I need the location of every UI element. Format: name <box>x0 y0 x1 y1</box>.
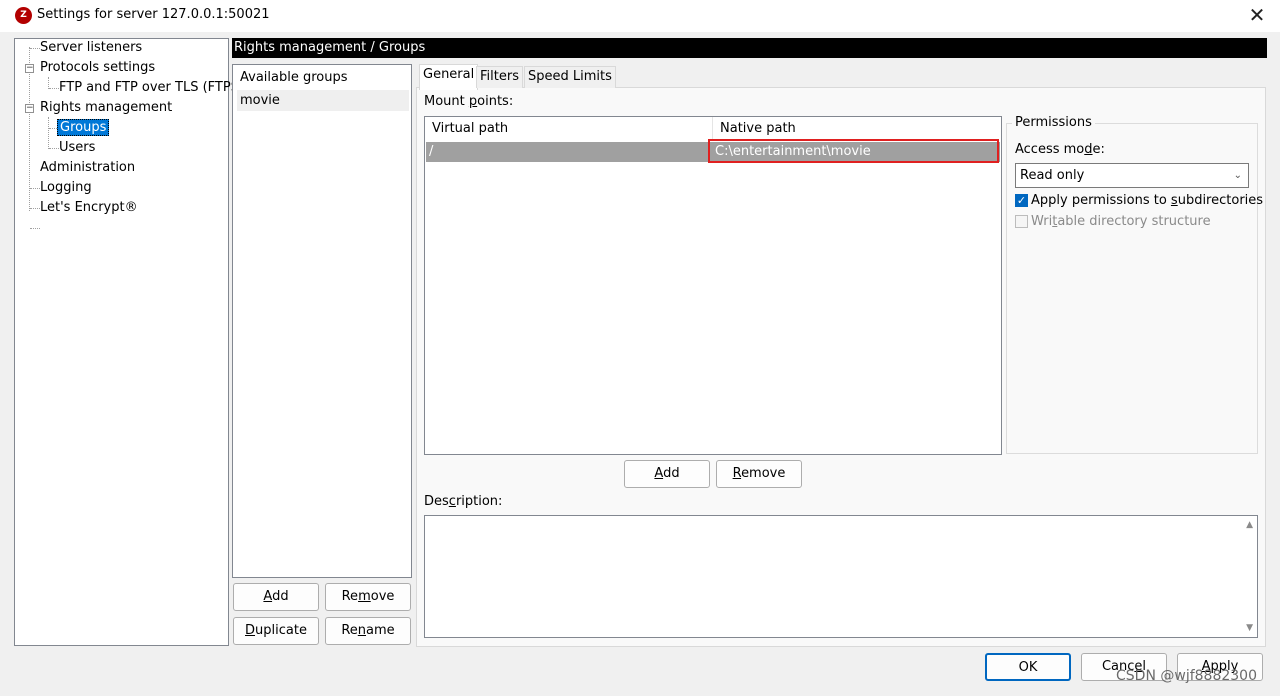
tree-item-protocols-settings[interactable]: Protocols settings <box>40 59 155 77</box>
ok-button[interactable]: OK <box>985 653 1071 681</box>
tree-item-groups[interactable]: Groups <box>57 119 110 137</box>
watermark: CSDN @wjf8882300 <box>1116 668 1257 684</box>
column-header-virtual-path[interactable]: Virtual path <box>425 117 713 141</box>
access-mode-value: Read only <box>1020 168 1085 183</box>
tree-item-ftp-ftps[interactable]: FTP and FTP over TLS (FTPS) <box>59 79 244 97</box>
duplicate-group-button[interactable]: Duplicate <box>233 617 319 645</box>
remove-group-button[interactable]: Remove <box>325 583 411 611</box>
scroll-up-icon[interactable]: ▲ <box>1246 520 1253 530</box>
access-mode-label: Access mode: <box>1015 142 1105 157</box>
tree-item-lets-encrypt[interactable]: Let's Encrypt® <box>40 199 138 217</box>
tab-speed-limits[interactable]: Speed Limits <box>524 66 616 88</box>
chevron-down-icon: ⌄ <box>1233 170 1242 181</box>
tree-item-logging[interactable]: Logging <box>40 179 92 197</box>
tree-item-users[interactable]: Users <box>59 139 95 157</box>
scroll-down-icon[interactable]: ▼ <box>1246 623 1253 633</box>
apply-subdirectories-label: Apply permissions to subdirectories <box>1031 193 1264 208</box>
groups-list[interactable]: Available groups movie <box>232 64 412 578</box>
filezilla-icon: Z <box>15 7 32 24</box>
tree-item-groups-label: Groups <box>57 119 110 136</box>
window-title: Settings for server 127.0.0.1:50021 <box>37 7 270 22</box>
column-header-native-path[interactable]: Native path <box>713 117 1001 141</box>
access-mode-select[interactable]: Read only ⌄ <box>1015 163 1249 188</box>
writable-directory-label: Writable directory structure <box>1031 214 1211 229</box>
permissions-title: Permissions <box>1012 115 1095 130</box>
mount-points-label: Mount points: <box>424 94 514 109</box>
add-mount-button[interactable]: Add <box>624 460 710 488</box>
description-textarea[interactable]: ▲ ▼ <box>424 515 1258 638</box>
writable-directory-checkbox[interactable] <box>1015 215 1028 228</box>
collapse-icon[interactable]: − <box>25 64 34 73</box>
settings-tree[interactable]: − − Server listeners Protocols settings … <box>14 38 244 646</box>
add-group-button[interactable]: Add <box>233 583 319 611</box>
tab-filters[interactable]: Filters <box>476 66 523 88</box>
mount-points-list[interactable]: Virtual path Native path / C:\entertainm… <box>424 116 1002 455</box>
native-path-highlight <box>708 139 999 163</box>
list-item[interactable]: movie <box>237 90 409 111</box>
tree-item-administration[interactable]: Administration <box>40 159 135 177</box>
page-title: Rights management / Groups <box>232 38 1267 58</box>
description-label: Description: <box>424 494 503 509</box>
rename-group-button[interactable]: Rename <box>325 617 411 645</box>
collapse-icon[interactable]: − <box>25 104 34 113</box>
tree-item-rights-management[interactable]: Rights management <box>40 99 172 117</box>
close-icon[interactable]: ✕ <box>1246 3 1268 27</box>
groups-list-header: Available groups <box>240 70 348 85</box>
remove-mount-button[interactable]: Remove <box>716 460 802 488</box>
tree-item-server-listeners[interactable]: Server listeners <box>40 39 142 57</box>
tab-general[interactable]: General <box>419 64 479 90</box>
virtual-path-cell: / <box>429 144 434 159</box>
apply-subdirectories-checkbox[interactable]: ✓ <box>1015 194 1028 207</box>
